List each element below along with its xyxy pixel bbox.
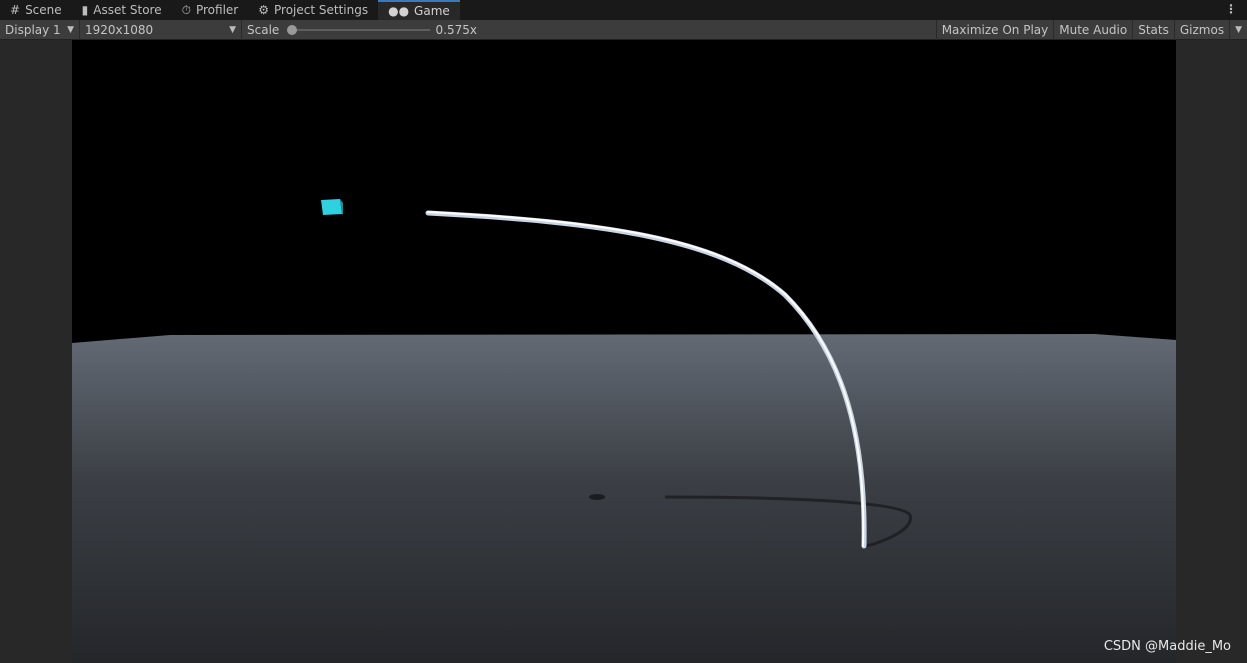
watermark: CSDN @Maddie_Mo [1103,639,1231,654]
tab-profiler[interactable]: ⏱ Profiler [172,0,249,20]
game-view-area: CSDN @Maddie_Mo [0,40,1247,663]
maximize-on-play-button[interactable]: Maximize On Play [935,19,1055,40]
scale-control: Scale 0.575x [242,20,482,40]
display-dropdown[interactable]: Display 1 ▼ [0,19,80,40]
cube-shadow [589,494,605,500]
slider-knob[interactable] [287,24,298,35]
stopwatch-icon: ⏱ [181,2,191,17]
resolution-dropdown[interactable]: 1920x1080 ▼ [80,19,242,40]
grid-icon: # [10,3,21,17]
scale-value: 0.575x [435,22,477,37]
tab-label: Profiler [195,3,239,17]
tab-asset-store[interactable]: ▮ Asset Store [72,0,172,20]
tab-label: Project Settings [274,3,369,17]
chevron-down-icon: ▼ [67,24,74,35]
scale-slider[interactable] [287,20,430,40]
game-viewport[interactable] [72,40,1176,663]
tab-label: Scene [25,3,62,17]
gear-icon: ⚙ [258,3,269,17]
tab-label: Game [414,4,450,18]
gamepad-icon: ●● [388,4,410,18]
mute-audio-button[interactable]: Mute Audio [1054,19,1134,40]
editor-tab-bar: # Scene ▮ Asset Store ⏱ Profiler ⚙ Project S… [0,0,1247,20]
display-label: Display 1 [5,22,61,37]
shopping-bag-icon: ▮ [81,3,89,17]
tab-project-settings[interactable]: ⚙ Project Settings [248,0,378,20]
chevron-down-icon: ▼ [1235,24,1242,35]
more-options-icon[interactable]: ⋮ [1225,2,1237,16]
tab-game[interactable]: ●● Game [378,0,460,20]
scale-label: Scale [247,22,280,37]
tab-scene[interactable]: # Scene [0,0,72,20]
chevron-down-icon: ▼ [229,24,236,35]
tab-label: Asset Store [93,3,162,17]
gizmos-button[interactable]: Gizmos [1175,19,1231,40]
game-toolbar: Display 1 ▼ 1920x1080 ▼ Scale 0.575x Maxim… [0,19,1247,40]
game-scene [72,199,1176,663]
stats-button[interactable]: Stats [1133,19,1175,40]
floor-plane [72,334,1176,663]
cyan-cube [321,199,343,215]
gizmos-dropdown[interactable]: ▼ [1230,20,1247,40]
resolution-label: 1920x1080 [85,22,154,37]
